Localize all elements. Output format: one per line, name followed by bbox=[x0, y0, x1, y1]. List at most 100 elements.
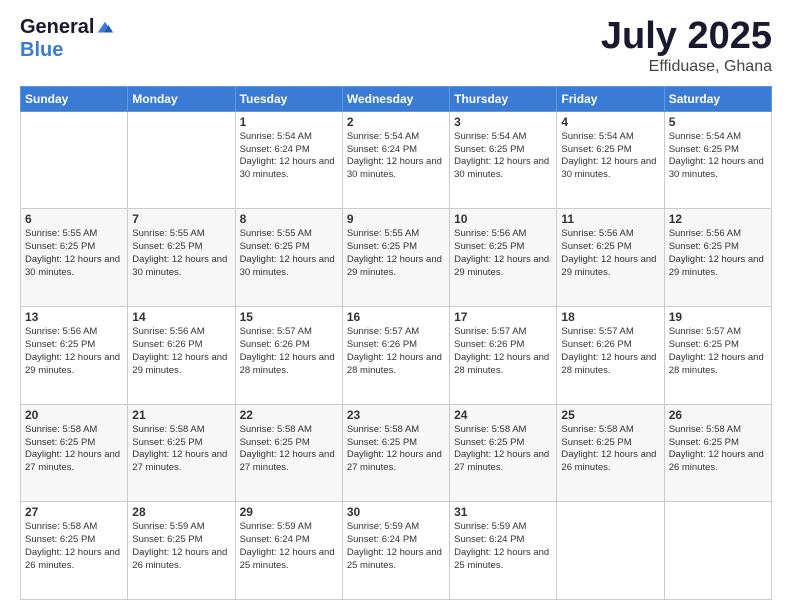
day-info: Sunrise: 5:57 AM Sunset: 6:25 PM Dayligh… bbox=[669, 326, 767, 377]
day-number: 29 bbox=[240, 505, 338, 519]
calendar-cell: 30 Sunrise: 5:59 AM Sunset: 6:24 PM Dayli… bbox=[342, 502, 449, 600]
calendar-cell bbox=[664, 502, 771, 600]
calendar-cell: 13 Sunrise: 5:56 AM Sunset: 6:25 PM Dayli… bbox=[21, 307, 128, 405]
calendar-cell: 18 Sunrise: 5:57 AM Sunset: 6:26 PM Dayli… bbox=[557, 307, 664, 405]
calendar-week-3: 13 Sunrise: 5:56 AM Sunset: 6:25 PM Dayli… bbox=[21, 307, 772, 405]
day-info: Sunrise: 5:56 AM Sunset: 6:25 PM Dayligh… bbox=[561, 228, 659, 279]
day-info: Sunrise: 5:55 AM Sunset: 6:25 PM Dayligh… bbox=[25, 228, 123, 279]
day-info: Sunrise: 5:59 AM Sunset: 6:24 PM Dayligh… bbox=[454, 521, 552, 572]
calendar-cell: 21Sunrise: 5:58 AM Sunset: 6:25 PM Dayli… bbox=[128, 404, 235, 502]
day-number: 24 bbox=[454, 408, 552, 422]
day-info: Sunrise: 5:55 AM Sunset: 6:25 PM Dayligh… bbox=[347, 228, 445, 279]
day-info: Sunrise: 5:57 AM Sunset: 6:26 PM Dayligh… bbox=[454, 326, 552, 377]
logo-text: General bbox=[20, 16, 114, 39]
day-number: 20 bbox=[25, 408, 123, 422]
calendar-cell: 2 Sunrise: 5:54 AM Sunset: 6:24 PM Daylig… bbox=[342, 111, 449, 209]
calendar-cell: 3 Sunrise: 5:54 AM Sunset: 6:25 PM Daylig… bbox=[450, 111, 557, 209]
logo: General Blue bbox=[20, 16, 114, 62]
day-info: Sunrise: 5:56 AM Sunset: 6:25 PM Dayligh… bbox=[25, 326, 123, 377]
header-wednesday: Wednesday bbox=[342, 86, 449, 111]
calendar-cell: 4Sunrise: 5:54 AM Sunset: 6:25 PM Daylig… bbox=[557, 111, 664, 209]
calendar-cell: 27Sunrise: 5:58 AM Sunset: 6:25 PM Dayli… bbox=[21, 502, 128, 600]
calendar-cell: 28 Sunrise: 5:59 AM Sunset: 6:25 PM Dayli… bbox=[128, 502, 235, 600]
calendar-table: Sunday Monday Tuesday Wednesday Thursday… bbox=[20, 86, 772, 600]
day-number: 1 bbox=[240, 115, 338, 129]
calendar-cell: 15 Sunrise: 5:57 AM Sunset: 6:26 PM Dayli… bbox=[235, 307, 342, 405]
calendar-cell: 9Sunrise: 5:55 AM Sunset: 6:25 PM Daylig… bbox=[342, 209, 449, 307]
page: General Blue July 2025 Effiduase, Ghana … bbox=[0, 0, 792, 612]
day-number: 7 bbox=[132, 212, 230, 226]
day-number: 16 bbox=[347, 310, 445, 324]
calendar-cell: 11 Sunrise: 5:56 AM Sunset: 6:25 PM Dayli… bbox=[557, 209, 664, 307]
day-info: Sunrise: 5:57 AM Sunset: 6:26 PM Dayligh… bbox=[240, 326, 338, 377]
day-info: Sunrise: 5:54 AM Sunset: 6:24 PM Dayligh… bbox=[240, 131, 338, 182]
logo-blue: Blue bbox=[20, 39, 63, 62]
day-info: Sunrise: 5:59 AM Sunset: 6:24 PM Dayligh… bbox=[347, 521, 445, 572]
day-number: 6 bbox=[25, 212, 123, 226]
day-info: Sunrise: 5:57 AM Sunset: 6:26 PM Dayligh… bbox=[561, 326, 659, 377]
day-info: Sunrise: 5:57 AM Sunset: 6:26 PM Dayligh… bbox=[347, 326, 445, 377]
calendar-cell: 26 Sunrise: 5:58 AM Sunset: 6:25 PM Dayli… bbox=[664, 404, 771, 502]
day-number: 5 bbox=[669, 115, 767, 129]
calendar-cell: 22Sunrise: 5:58 AM Sunset: 6:25 PM Dayli… bbox=[235, 404, 342, 502]
day-number: 27 bbox=[25, 505, 123, 519]
calendar-cell bbox=[21, 111, 128, 209]
logo-general: General bbox=[20, 16, 94, 39]
day-info: Sunrise: 5:55 AM Sunset: 6:25 PM Dayligh… bbox=[240, 228, 338, 279]
calendar-cell bbox=[557, 502, 664, 600]
calendar-cell: 23Sunrise: 5:58 AM Sunset: 6:25 PM Dayli… bbox=[342, 404, 449, 502]
day-number: 28 bbox=[132, 505, 230, 519]
calendar-cell: 6 Sunrise: 5:55 AM Sunset: 6:25 PM Daylig… bbox=[21, 209, 128, 307]
header-tuesday: Tuesday bbox=[235, 86, 342, 111]
day-info: Sunrise: 5:59 AM Sunset: 6:24 PM Dayligh… bbox=[240, 521, 338, 572]
calendar-cell: 25 Sunrise: 5:58 AM Sunset: 6:25 PM Dayli… bbox=[557, 404, 664, 502]
day-number: 31 bbox=[454, 505, 552, 519]
day-number: 11 bbox=[561, 212, 659, 226]
day-number: 13 bbox=[25, 310, 123, 324]
day-number: 12 bbox=[669, 212, 767, 226]
month-title: July 2025 bbox=[601, 16, 772, 58]
calendar-cell: 14Sunrise: 5:56 AM Sunset: 6:26 PM Dayli… bbox=[128, 307, 235, 405]
day-info: Sunrise: 5:58 AM Sunset: 6:25 PM Dayligh… bbox=[669, 424, 767, 475]
calendar-cell: 29 Sunrise: 5:59 AM Sunset: 6:24 PM Dayli… bbox=[235, 502, 342, 600]
title-section: July 2025 Effiduase, Ghana bbox=[601, 16, 772, 76]
day-number: 30 bbox=[347, 505, 445, 519]
day-info: Sunrise: 5:59 AM Sunset: 6:25 PM Dayligh… bbox=[132, 521, 230, 572]
calendar-week-5: 27Sunrise: 5:58 AM Sunset: 6:25 PM Dayli… bbox=[21, 502, 772, 600]
day-info: Sunrise: 5:55 AM Sunset: 6:25 PM Dayligh… bbox=[132, 228, 230, 279]
day-number: 15 bbox=[240, 310, 338, 324]
day-number: 25 bbox=[561, 408, 659, 422]
day-number: 18 bbox=[561, 310, 659, 324]
location-title: Effiduase, Ghana bbox=[601, 58, 772, 76]
calendar-cell: 5 Sunrise: 5:54 AM Sunset: 6:25 PM Daylig… bbox=[664, 111, 771, 209]
calendar-cell: 8Sunrise: 5:55 AM Sunset: 6:25 PM Daylig… bbox=[235, 209, 342, 307]
day-info: Sunrise: 5:58 AM Sunset: 6:25 PM Dayligh… bbox=[561, 424, 659, 475]
day-number: 2 bbox=[347, 115, 445, 129]
calendar-cell: 31 Sunrise: 5:59 AM Sunset: 6:24 PM Dayli… bbox=[450, 502, 557, 600]
header-monday: Monday bbox=[128, 86, 235, 111]
header-thursday: Thursday bbox=[450, 86, 557, 111]
calendar-week-2: 6 Sunrise: 5:55 AM Sunset: 6:25 PM Daylig… bbox=[21, 209, 772, 307]
calendar-cell: 19 Sunrise: 5:57 AM Sunset: 6:25 PM Dayli… bbox=[664, 307, 771, 405]
day-info: Sunrise: 5:58 AM Sunset: 6:25 PM Dayligh… bbox=[25, 424, 123, 475]
day-info: Sunrise: 5:54 AM Sunset: 6:25 PM Dayligh… bbox=[454, 131, 552, 182]
day-info: Sunrise: 5:54 AM Sunset: 6:24 PM Dayligh… bbox=[347, 131, 445, 182]
header-saturday: Saturday bbox=[664, 86, 771, 111]
day-info: Sunrise: 5:58 AM Sunset: 6:25 PM Dayligh… bbox=[240, 424, 338, 475]
day-number: 26 bbox=[669, 408, 767, 422]
calendar-cell: 1 Sunrise: 5:54 AM Sunset: 6:24 PM Daylig… bbox=[235, 111, 342, 209]
day-info: Sunrise: 5:58 AM Sunset: 6:25 PM Dayligh… bbox=[454, 424, 552, 475]
day-info: Sunrise: 5:54 AM Sunset: 6:25 PM Dayligh… bbox=[561, 131, 659, 182]
calendar-week-4: 20 Sunrise: 5:58 AM Sunset: 6:25 PM Dayli… bbox=[21, 404, 772, 502]
calendar-week-1: 1 Sunrise: 5:54 AM Sunset: 6:24 PM Daylig… bbox=[21, 111, 772, 209]
day-info: Sunrise: 5:54 AM Sunset: 6:25 PM Dayligh… bbox=[669, 131, 767, 182]
calendar-cell: 7 Sunrise: 5:55 AM Sunset: 6:25 PM Daylig… bbox=[128, 209, 235, 307]
calendar-cell bbox=[128, 111, 235, 209]
day-number: 23 bbox=[347, 408, 445, 422]
day-number: 19 bbox=[669, 310, 767, 324]
calendar-header-row: Sunday Monday Tuesday Wednesday Thursday… bbox=[21, 86, 772, 111]
day-number: 3 bbox=[454, 115, 552, 129]
day-number: 17 bbox=[454, 310, 552, 324]
day-info: Sunrise: 5:56 AM Sunset: 6:26 PM Dayligh… bbox=[132, 326, 230, 377]
day-info: Sunrise: 5:58 AM Sunset: 6:25 PM Dayligh… bbox=[132, 424, 230, 475]
